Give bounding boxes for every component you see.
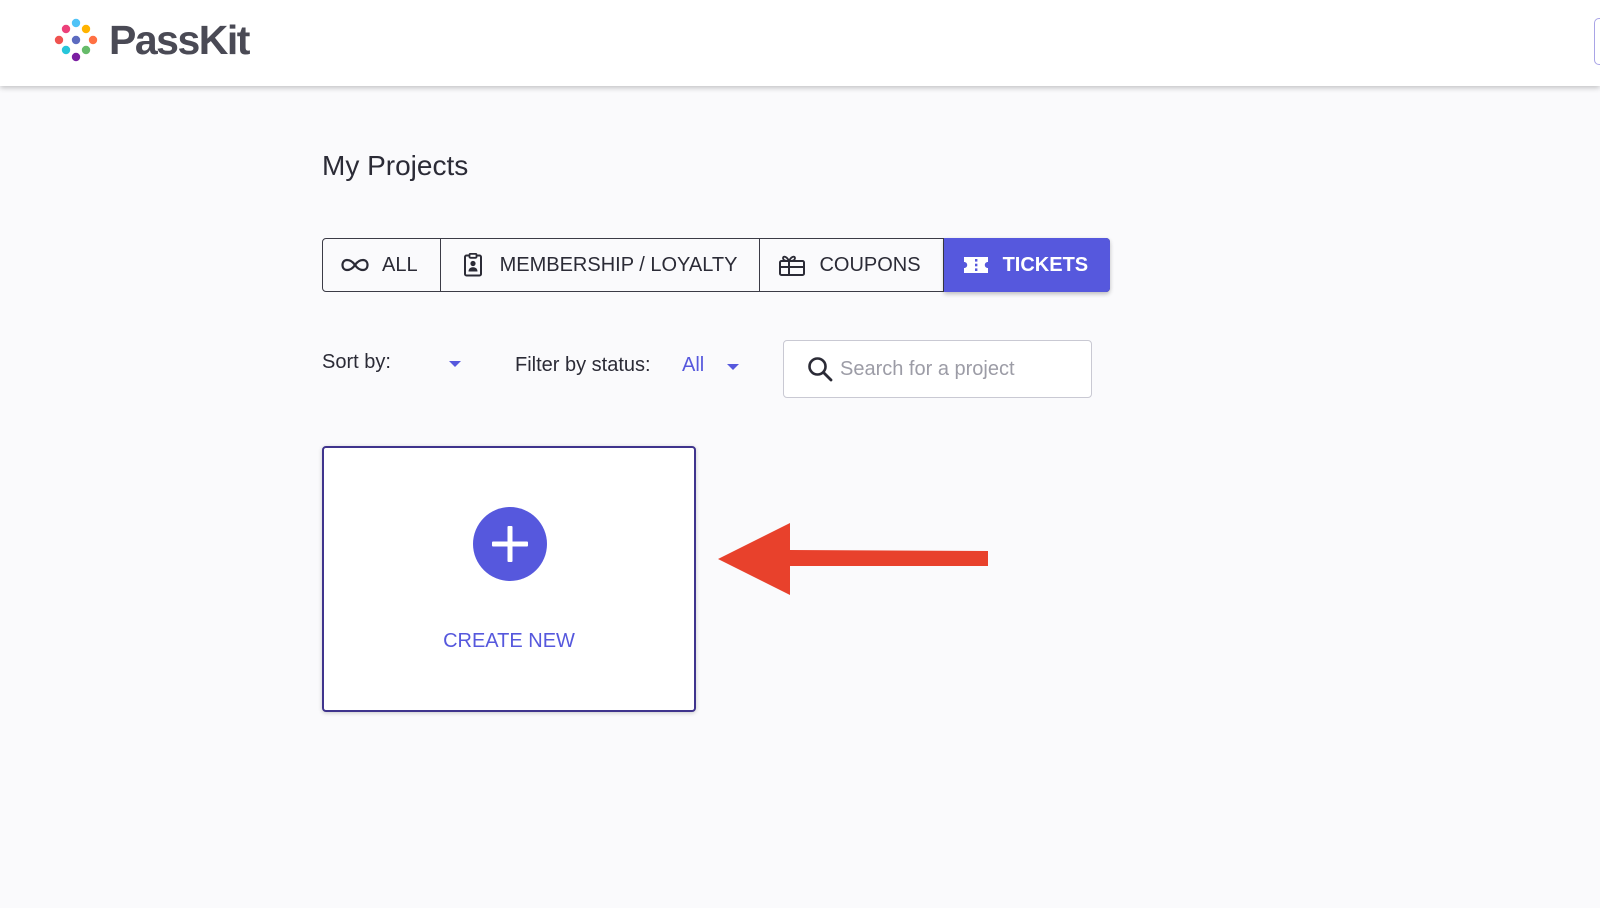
- ticket-icon: [963, 257, 988, 273]
- create-new-project-card[interactable]: CREATE NEW: [322, 446, 696, 712]
- tab-coupons[interactable]: COUPONS: [760, 239, 944, 291]
- tab-coupons-label: COUPONS: [819, 253, 921, 276]
- page-title: My Projects: [322, 150, 469, 181]
- red-arrow-left-icon: [718, 523, 988, 595]
- tab-tickets-label: TICKETS: [1002, 253, 1089, 276]
- tab-all[interactable]: ALL: [323, 239, 441, 291]
- top-header: PassKit: [0, 0, 1600, 86]
- project-type-tabs: ALL MEMBERSHIP / LOYALTY COUPONS TICKETS: [322, 238, 1111, 292]
- plus-circle-icon: [473, 507, 547, 581]
- project-search-box[interactable]: [783, 340, 1092, 398]
- tab-membership-loyalty-label: MEMBERSHIP / LOYALTY: [499, 253, 738, 276]
- tab-membership-loyalty[interactable]: MEMBERSHIP / LOYALTY: [441, 239, 761, 291]
- filter-status-label: Filter by status:: [515, 354, 651, 376]
- tab-tickets[interactable]: TICKETS: [943, 238, 1111, 292]
- project-controls: Sort by: Filter by status: All: [322, 340, 1092, 398]
- search-input[interactable]: [840, 353, 1080, 385]
- gift-icon: [779, 255, 806, 276]
- id-badge-icon: [463, 253, 482, 277]
- passkit-logo[interactable]: PassKit: [53, 16, 250, 64]
- filter-status-value[interactable]: All: [682, 354, 704, 377]
- filter-dropdown-caret-icon[interactable]: [725, 362, 741, 372]
- header-action-button[interactable]: [1594, 18, 1600, 65]
- brand-name: PassKit: [109, 16, 250, 63]
- tab-all-label: ALL: [382, 253, 418, 276]
- infinity-icon: [341, 258, 369, 272]
- create-new-label: CREATE NEW: [443, 630, 575, 652]
- sort-dropdown-caret-icon[interactable]: [447, 359, 463, 369]
- passkit-logo-mark-icon: [54, 18, 98, 62]
- sort-label: Sort by:: [322, 351, 391, 373]
- search-icon: [808, 357, 833, 382]
